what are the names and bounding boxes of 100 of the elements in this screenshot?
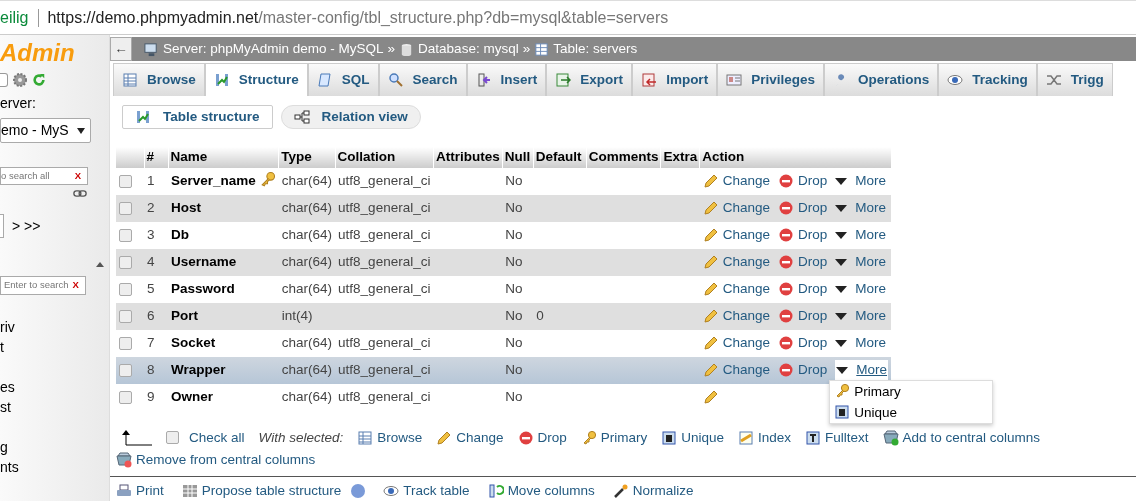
- filter-field[interactable]: Enter to search X: [0, 276, 86, 295]
- change-link[interactable]: Change: [702, 278, 770, 300]
- bulk-action-link[interactable]: Change: [436, 427, 504, 448]
- table-cell: char(64): [278, 194, 336, 222]
- tab[interactable]: Tracking: [938, 63, 1037, 96]
- scroll-icon: [316, 72, 333, 88]
- more-menu-link[interactable]: More: [835, 333, 887, 354]
- row-checkbox[interactable]: [119, 309, 132, 323]
- address-bar[interactable]: eilig https://demo.phpmyadmin.net/master-config/tbl_structure.php?db=mysql&table=servers: [0, 0, 1136, 35]
- tab[interactable]: Operations: [823, 63, 939, 96]
- pencil-icon: [702, 254, 719, 270]
- bulk-action-link[interactable]: Unique: [661, 427, 725, 448]
- row-checkbox[interactable]: [119, 363, 132, 377]
- row-checkbox[interactable]: [119, 336, 132, 350]
- footer-link[interactable]: Propose table structure: [181, 481, 342, 501]
- bulk-action-link[interactable]: Fulltext: [805, 427, 869, 448]
- row-checkbox[interactable]: [119, 390, 132, 404]
- table-cell: utf8_general_ci: [338, 172, 431, 188]
- change-link[interactable]: Change: [702, 251, 770, 273]
- page-number-field[interactable]: [0, 214, 4, 239]
- minus-circle-icon: [778, 254, 794, 270]
- more-menu-link[interactable]: More: [835, 198, 887, 219]
- clear-button[interactable]: X: [72, 278, 79, 293]
- bulk-action-link[interactable]: Add to central columns: [882, 427, 1040, 448]
- drop-link[interactable]: Drop: [778, 251, 828, 273]
- change-link[interactable]: Change: [702, 359, 770, 381]
- row-checkbox[interactable]: [119, 201, 132, 215]
- footer-link[interactable]: Print: [116, 481, 164, 501]
- change-link[interactable]: Change: [702, 197, 770, 219]
- table-link[interactable]: Table: servers: [553, 38, 638, 60]
- check-all-checkbox[interactable]: Check all: [166, 427, 245, 448]
- gear-icon[interactable]: [12, 72, 28, 88]
- row-checkbox[interactable]: [119, 228, 132, 242]
- tab[interactable]: Structure: [204, 63, 308, 96]
- drop-link[interactable]: Drop: [778, 359, 828, 381]
- column-header: Attributes: [433, 147, 503, 168]
- bulk-action-link[interactable]: Remove from central columns: [116, 449, 316, 470]
- tab[interactable]: Export: [546, 63, 633, 96]
- drop-link[interactable]: Drop: [778, 305, 828, 327]
- link-icon[interactable]: [73, 189, 87, 199]
- table-cell: Db: [171, 226, 189, 242]
- change-link[interactable]: Change: [702, 305, 770, 327]
- help-icon[interactable]: [351, 484, 366, 499]
- tree-item[interactable]: nts: [0, 456, 109, 477]
- sub-tab[interactable]: Table structure: [122, 105, 273, 130]
- sub-tab[interactable]: Relation view: [280, 105, 421, 130]
- back-button[interactable]: ←: [110, 37, 132, 61]
- menu-item[interactable]: Unique: [830, 401, 993, 423]
- bulk-action-link[interactable]: Browse: [357, 427, 423, 448]
- bulk-action-link[interactable]: Index: [738, 427, 792, 448]
- clear-button[interactable]: X: [74, 169, 81, 184]
- bulk-action-link[interactable]: Drop: [517, 427, 567, 448]
- drop-link[interactable]: Drop: [778, 224, 828, 246]
- tree-item[interactable]: t: [0, 336, 109, 357]
- tree-item[interactable]: es: [0, 376, 109, 397]
- tab[interactable]: Privileges: [717, 63, 824, 96]
- menu-item[interactable]: Primary: [830, 380, 993, 402]
- more-menu-link[interactable]: More: [835, 171, 887, 192]
- tab[interactable]: Browse: [113, 63, 205, 96]
- pencil-icon: [702, 362, 719, 378]
- table-cell: Host: [171, 199, 201, 215]
- tab[interactable]: Trigg: [1036, 63, 1113, 96]
- more-menu-link[interactable]: More: [835, 225, 887, 246]
- change-link[interactable]: Change: [702, 170, 770, 192]
- more-menu-link[interactable]: More: [835, 360, 889, 381]
- database-link[interactable]: Database: mysql: [418, 38, 519, 60]
- tree-item[interactable]: riv: [0, 316, 109, 337]
- footer-link[interactable]: Move columns: [487, 481, 595, 501]
- row-checkbox[interactable]: [119, 255, 132, 269]
- tab[interactable]: Insert: [466, 63, 547, 96]
- scroll-up-icon[interactable]: [96, 262, 104, 267]
- server-select[interactable]: emo - MyS: [0, 118, 91, 143]
- row-checkbox[interactable]: [119, 282, 132, 296]
- refresh-icon[interactable]: [32, 73, 46, 87]
- more-menu-link[interactable]: More: [835, 252, 887, 273]
- pencil-icon: [702, 308, 719, 324]
- drop-link[interactable]: Drop: [778, 170, 828, 192]
- drop-link[interactable]: Drop: [778, 332, 828, 354]
- tree-item[interactable]: st: [0, 396, 109, 417]
- server-link[interactable]: Server: phpMyAdmin demo - MySQL: [163, 38, 384, 60]
- footer-link[interactable]: Normalize: [612, 481, 694, 501]
- row-checkbox[interactable]: [119, 174, 132, 188]
- table-grid-icon: [181, 483, 198, 500]
- breadcrumb-separator: »: [387, 39, 396, 58]
- change-link[interactable]: Change: [702, 332, 770, 354]
- tab[interactable]: Import: [632, 63, 718, 96]
- footer-link[interactable]: Track table: [383, 481, 470, 501]
- tree-item[interactable]: g: [0, 436, 109, 457]
- tab[interactable]: SQL: [307, 63, 379, 96]
- more-menu-link[interactable]: More: [835, 279, 887, 300]
- pager-links[interactable]: > >>: [12, 215, 41, 237]
- filter-field[interactable]: o search all X: [0, 167, 88, 186]
- more-menu-link[interactable]: More: [835, 306, 887, 327]
- table-cell: 0: [536, 307, 544, 323]
- bulk-action-link[interactable]: Primary: [580, 427, 648, 448]
- table-cell: 3: [144, 221, 168, 249]
- drop-link[interactable]: Drop: [778, 278, 828, 300]
- drop-link[interactable]: Drop: [778, 197, 828, 219]
- tab[interactable]: Search: [378, 63, 467, 96]
- change-link[interactable]: Change: [702, 224, 770, 246]
